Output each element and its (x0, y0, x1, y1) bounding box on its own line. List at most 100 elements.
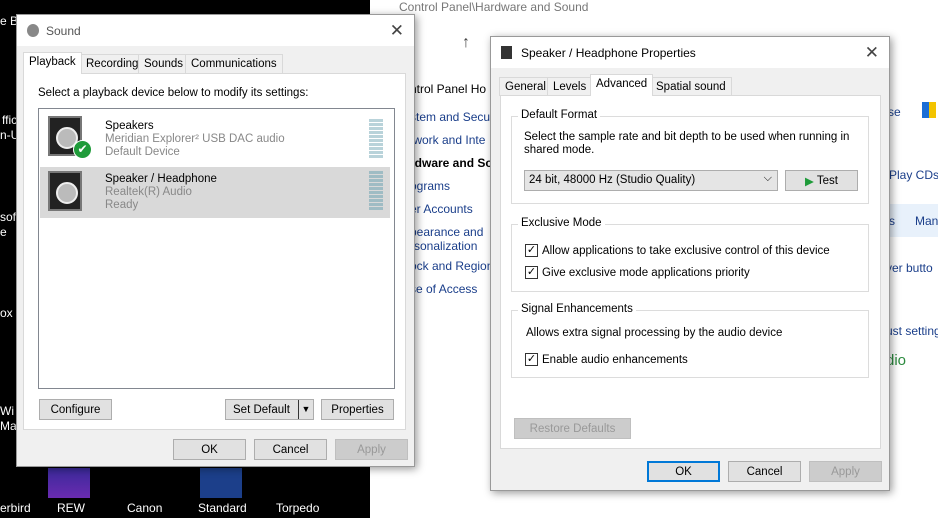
close-icon[interactable]: ✕ (865, 43, 879, 63)
device-driver: Realtek(R) Audio (105, 186, 192, 198)
cancel-button[interactable]: Cancel (254, 439, 327, 460)
format-select-value: 24 bit, 48000 Hz (Studio Quality) (529, 174, 696, 186)
speaker-icon (27, 24, 39, 37)
desktop-icon-label[interactable]: erbird (0, 501, 31, 515)
checkbox-label: Enable audio enhancements (542, 353, 688, 366)
device-name: Speakers (105, 120, 154, 132)
dialog-title: Speaker / Headphone Properties (521, 45, 696, 60)
desktop-icon-label[interactable]: Canon (127, 501, 162, 515)
link-fragment[interactable]: Play CDs (889, 168, 938, 182)
window-title: Control Panel\Hardware and Sound (399, 0, 589, 14)
dialog-title: Sound (46, 23, 81, 38)
instruction-text: Select a playback device below to modify… (38, 87, 309, 99)
nav-item[interactable]: twork and Inte (410, 133, 493, 156)
standard-icon[interactable] (200, 468, 242, 498)
title-bar: Speaker / Headphone Properties ✕ (491, 37, 889, 68)
speaker-icon (48, 171, 82, 211)
tab-spatial-sound[interactable]: Spatial sound (650, 77, 732, 96)
nav-list: ntrol Panel Ho (410, 78, 486, 101)
link-fragment[interactable]: ust setting (886, 324, 938, 338)
configure-button[interactable]: Configure (39, 399, 112, 420)
nav-list: stem and Secu twork and Inte rdware and … (410, 110, 493, 296)
device-status: Default Device (105, 146, 180, 158)
title-bar: Sound ✕ (17, 15, 414, 46)
dropdown-arrow-icon[interactable]: ▼ (298, 400, 313, 419)
tab-playback[interactable]: Playback (23, 52, 82, 74)
signal-enhancements-group: Signal Enhancements Allows extra signal … (511, 303, 869, 378)
checkbox-label: Allow applications to take exclusive con… (542, 244, 830, 257)
shield-icon (922, 102, 936, 118)
group-legend: Signal Enhancements (518, 303, 636, 315)
exclusive-mode-group: Exclusive Mode ✓ Allow applications to ta… (511, 217, 869, 292)
group-legend: Exclusive Mode (518, 217, 605, 229)
apply-button[interactable]: Apply (335, 439, 408, 460)
device-list: ✔ Speakers Meridian Explorer² USB DAC au… (38, 108, 395, 389)
play-icon: ▶ (805, 175, 814, 188)
set-default-label: Set Default (233, 403, 290, 416)
playback-panel: Select a playback device below to modify… (23, 73, 406, 430)
signal-description: Allows extra signal processing by the au… (526, 327, 783, 339)
ok-button[interactable]: OK (173, 439, 246, 460)
nav-item[interactable]: ock and Region (410, 259, 493, 282)
default-format-group: Default Format Select the sample rate an… (511, 109, 869, 204)
device-item[interactable]: ✔ Speakers Meridian Explorer² USB DAC au… (40, 110, 393, 166)
checkmark-icon[interactable]: ✓ (525, 244, 538, 257)
audio-enhancements-checkbox[interactable]: ✓ Enable audio enhancements (525, 353, 688, 366)
sound-dialog: Sound ✕ Playback Recording Sounds Commun… (16, 14, 415, 467)
device-status: Ready (105, 199, 139, 211)
properties-dialog: Speaker / Headphone Properties ✕ General… (490, 36, 890, 491)
advanced-panel: Default Format Select the sample rate an… (500, 95, 881, 449)
checkmark-icon[interactable]: ✓ (525, 353, 538, 366)
test-button[interactable]: ▶ Test (785, 170, 858, 191)
link-fragment[interactable]: Man (915, 214, 938, 228)
tab-general[interactable]: General (499, 77, 552, 96)
group-legend: Default Format (518, 109, 601, 121)
close-icon[interactable]: ✕ (390, 21, 404, 41)
link-fragment[interactable]: ver butto (886, 261, 933, 275)
format-select[interactable]: 24 bit, 48000 Hz (Studio Quality) ⌵ (524, 170, 778, 191)
device-item-selected[interactable]: Speaker / Headphone Realtek(R) Audio Rea… (40, 167, 390, 218)
desktop-label: Wi (0, 404, 14, 418)
nav-item[interactable]: rsonalization (410, 239, 493, 259)
apply-button[interactable]: Apply (809, 461, 882, 482)
format-description: Select the sample rate and bit depth to … (524, 131, 850, 156)
desktop-icon-label[interactable]: Standard (198, 501, 247, 515)
cancel-button[interactable]: Cancel (728, 461, 801, 482)
desktop-icon-label[interactable]: REW (57, 501, 85, 515)
restore-defaults-button[interactable]: Restore Defaults (514, 418, 631, 439)
desktop-label: sof (0, 210, 17, 224)
chevron-down-icon: ⌵ (763, 172, 772, 184)
nav-item[interactable]: se of Access (410, 282, 493, 296)
tab-sounds[interactable]: Sounds (138, 54, 190, 73)
desktop-label: ffic (2, 113, 18, 127)
ok-button[interactable]: OK (647, 461, 720, 482)
device-driver: Meridian Explorer² USB DAC audio (105, 133, 285, 145)
nav-item[interactable]: ograms (410, 179, 493, 202)
exclusive-priority-checkbox[interactable]: ✓ Give exclusive mode applications priori… (525, 266, 750, 279)
nav-item[interactable]: er Accounts (410, 202, 493, 225)
level-meter (369, 171, 383, 211)
level-meter (369, 119, 383, 158)
nav-item-current[interactable]: rdware and So (410, 156, 493, 179)
checkbox-label: Give exclusive mode applications priorit… (542, 266, 750, 279)
desktop-label: e (0, 225, 7, 239)
desktop-icon-label[interactable]: Torpedo (276, 501, 319, 515)
tab-advanced[interactable]: Advanced (590, 74, 654, 96)
speaker-icon (501, 46, 512, 59)
exclusive-control-checkbox[interactable]: ✓ Allow applications to take exclusive co… (525, 244, 830, 257)
tab-recording[interactable]: Recording (80, 54, 145, 73)
device-name: Speaker / Headphone (105, 173, 217, 185)
rew-icon[interactable] (48, 468, 90, 498)
default-check-icon: ✔ (73, 140, 92, 159)
desktop-label: ox (0, 306, 13, 320)
nav-item[interactable]: ntrol Panel Ho (410, 78, 486, 101)
tab-levels[interactable]: Levels (547, 77, 593, 96)
tab-communications[interactable]: Communications (185, 54, 283, 73)
test-label: Test (816, 174, 838, 187)
set-default-button[interactable]: Set Default ▼ (225, 399, 314, 420)
properties-button[interactable]: Properties (321, 399, 394, 420)
up-arrow-icon[interactable]: ↑ (462, 34, 470, 52)
nav-item[interactable]: stem and Secu (410, 110, 493, 133)
nav-item[interactable]: pearance and (410, 225, 493, 239)
checkmark-icon[interactable]: ✓ (525, 266, 538, 279)
